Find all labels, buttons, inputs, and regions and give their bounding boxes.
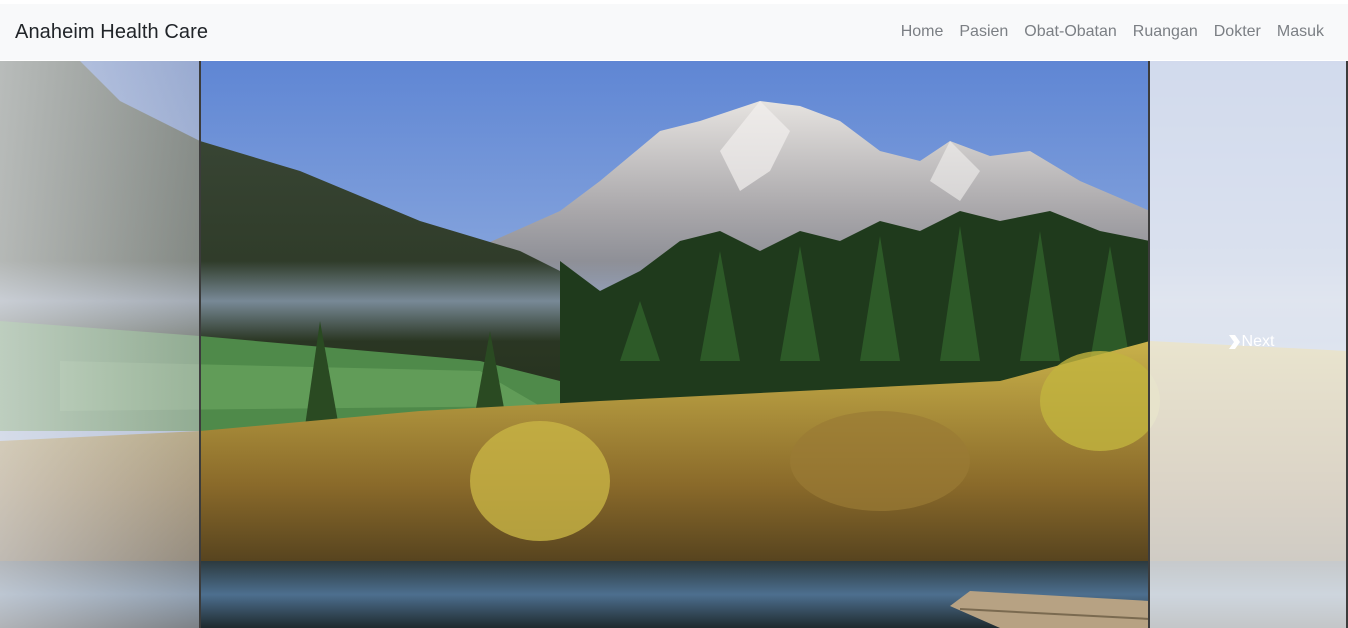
carousel-slide-image	[0, 61, 1348, 628]
navbar: Anaheim Health Care Home Pasien Obat-Oba…	[0, 4, 1348, 60]
nav-link-home[interactable]: Home	[893, 15, 952, 49]
carousel-next-content: Next	[1228, 332, 1275, 351]
carousel-next-label: Next	[1241, 332, 1275, 350]
carousel-prev-control[interactable]	[0, 61, 201, 628]
nav-link-dokter[interactable]: Dokter	[1206, 15, 1269, 49]
nav-links: Home Pasien Obat-Obatan Ruangan Dokter M…	[893, 15, 1332, 49]
nav-link-masuk[interactable]: Masuk	[1269, 15, 1332, 49]
nav-link-ruangan[interactable]: Ruangan	[1125, 15, 1206, 49]
image-carousel: Next	[0, 61, 1348, 628]
nav-link-pasien[interactable]: Pasien	[951, 15, 1016, 49]
brand-link[interactable]: Anaheim Health Care	[15, 21, 208, 44]
nav-link-obat-obatan[interactable]: Obat-Obatan	[1016, 15, 1125, 49]
carousel-next-control[interactable]: Next	[1148, 61, 1348, 628]
chevron-right-icon	[1228, 334, 1240, 349]
